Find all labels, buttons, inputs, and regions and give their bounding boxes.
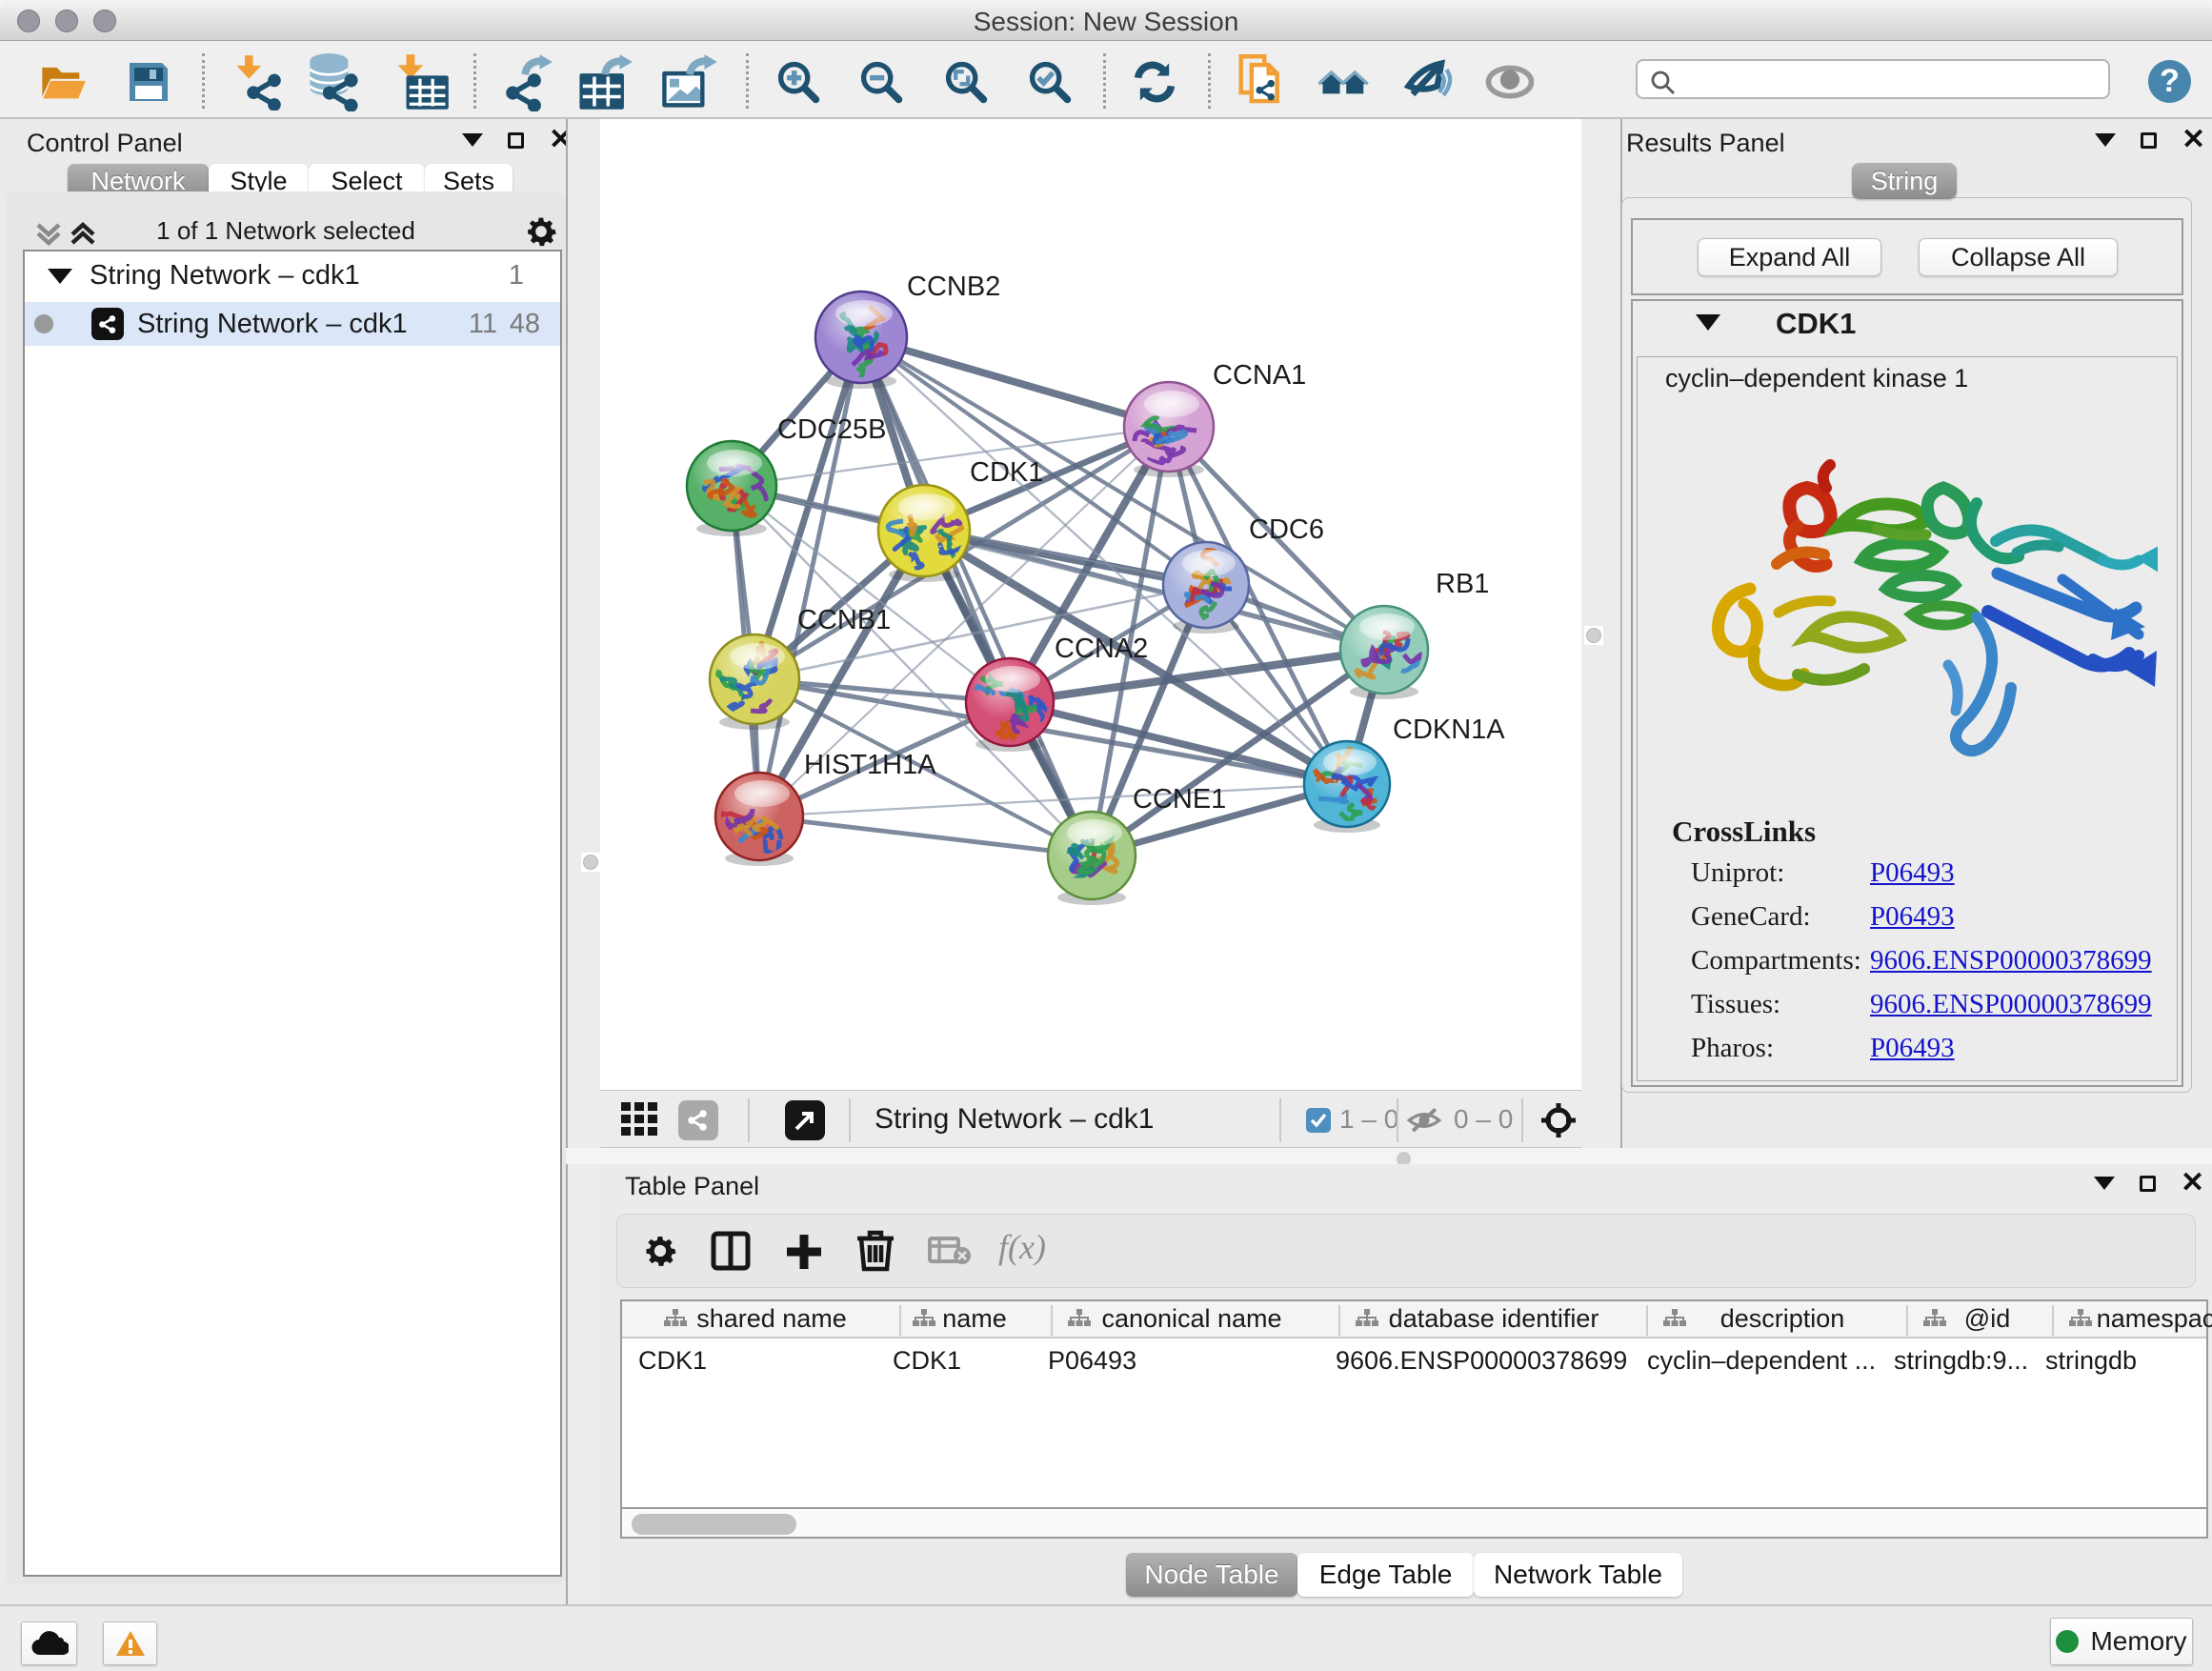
svg-text:CDK1: CDK1 bbox=[970, 457, 1043, 488]
svg-text:CCNA2: CCNA2 bbox=[1055, 634, 1148, 664]
svg-text:CDC6: CDC6 bbox=[1249, 514, 1324, 545]
svg-text:RB1: RB1 bbox=[1436, 569, 1489, 599]
svg-text:CCNB2: CCNB2 bbox=[907, 272, 1000, 302]
svg-text:CDC25B: CDC25B bbox=[777, 414, 886, 445]
svg-text:CCNB1: CCNB1 bbox=[797, 605, 891, 635]
svg-text:HIST1H1A: HIST1H1A bbox=[804, 750, 936, 780]
svg-text:CCNE1: CCNE1 bbox=[1133, 784, 1226, 815]
svg-text:CCNA1: CCNA1 bbox=[1213, 360, 1306, 391]
svg-text:CDKN1A: CDKN1A bbox=[1393, 715, 1505, 745]
